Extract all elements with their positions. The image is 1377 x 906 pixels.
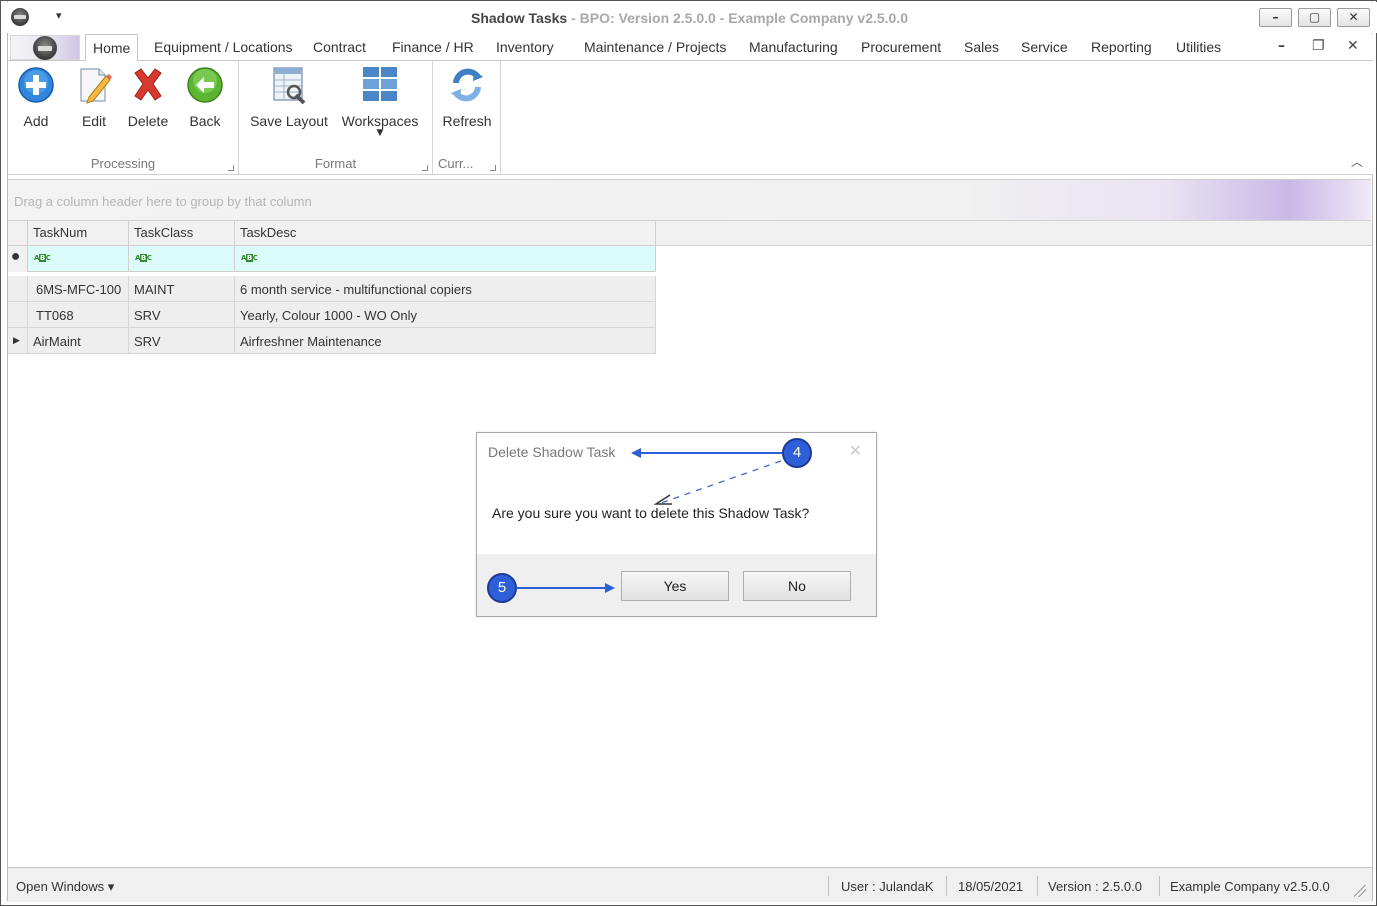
open-windows-menu[interactable]: Open Windows ▾ <box>16 879 114 895</box>
status-date: 18/05/2021 <box>958 879 1024 894</box>
status-bar: Open Windows ▾ User : JulandaK 18/05/202… <box>8 867 1372 902</box>
dashed-arrow-head <box>653 494 672 505</box>
dashed-arrow-to-message <box>660 460 782 504</box>
application-window: ▾ Shadow Tasks - BPO: Version 2.5.0.0 - … <box>0 0 1377 906</box>
status-separator <box>828 876 829 896</box>
status-separator <box>1159 876 1160 896</box>
step-5-callout: 5 <box>487 573 517 603</box>
status-user: User : JulandaK <box>841 879 934 894</box>
resize-grip-icon[interactable] <box>1354 885 1366 897</box>
status-company: Example Company v2.5.0.0 <box>1170 879 1330 894</box>
status-separator <box>946 876 947 896</box>
annotation-arrows <box>517 448 782 593</box>
status-separator <box>1037 876 1038 896</box>
step-4-callout: 4 <box>782 438 812 468</box>
status-version: Version : 2.5.0.0 <box>1048 879 1142 894</box>
